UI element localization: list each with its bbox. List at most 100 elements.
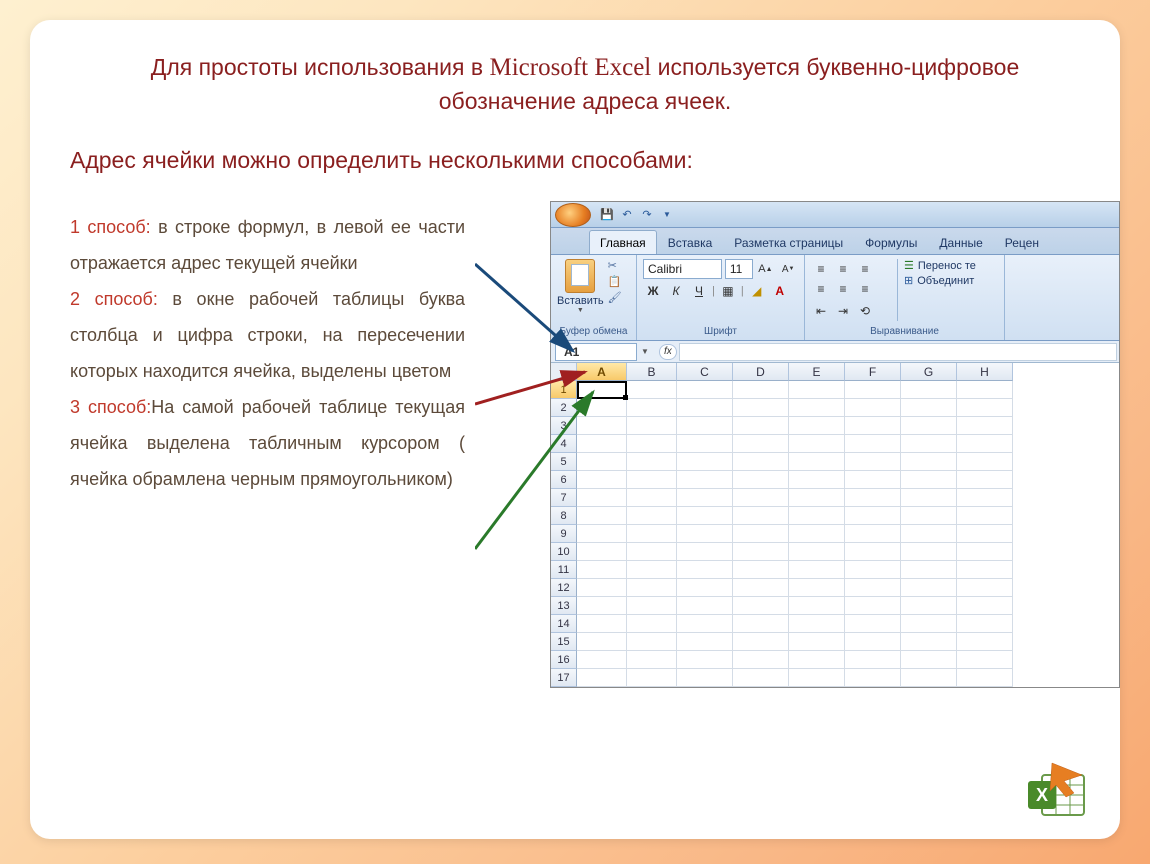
cell[interactable]	[577, 543, 627, 561]
cell[interactable]	[627, 615, 677, 633]
cell[interactable]	[677, 435, 733, 453]
row-header[interactable]: 2	[551, 399, 577, 417]
cell[interactable]	[901, 633, 957, 651]
cell[interactable]	[577, 453, 627, 471]
cell[interactable]	[733, 399, 789, 417]
cell[interactable]	[957, 471, 1013, 489]
cell[interactable]	[901, 453, 957, 471]
cell[interactable]	[957, 633, 1013, 651]
row-header[interactable]: 7	[551, 489, 577, 507]
column-header[interactable]: A	[577, 363, 627, 381]
cell[interactable]	[627, 399, 677, 417]
cell[interactable]	[957, 399, 1013, 417]
cell[interactable]	[627, 543, 677, 561]
align-center-icon[interactable]: ≡	[833, 279, 853, 299]
align-left-icon[interactable]: ≡	[811, 279, 831, 299]
cell[interactable]	[789, 381, 845, 399]
office-button-icon[interactable]	[555, 203, 591, 227]
cell[interactable]	[577, 669, 627, 687]
cell[interactable]	[789, 471, 845, 489]
column-header[interactable]: E	[789, 363, 845, 381]
decrease-font-icon[interactable]: A▼	[778, 259, 798, 279]
row-header[interactable]: 4	[551, 435, 577, 453]
cell[interactable]	[627, 525, 677, 543]
cell[interactable]	[627, 453, 677, 471]
cell[interactable]	[627, 669, 677, 687]
row-header[interactable]: 6	[551, 471, 577, 489]
cell[interactable]	[577, 507, 627, 525]
cell[interactable]	[957, 525, 1013, 543]
cell[interactable]	[845, 471, 901, 489]
cell[interactable]	[789, 435, 845, 453]
cell[interactable]	[577, 525, 627, 543]
cell[interactable]	[577, 435, 627, 453]
italic-icon[interactable]: К	[666, 281, 686, 301]
column-header[interactable]: H	[957, 363, 1013, 381]
cells-area[interactable]	[577, 381, 1013, 687]
cell[interactable]	[789, 579, 845, 597]
fill-color-icon[interactable]: ◢	[747, 281, 767, 301]
cell[interactable]	[677, 453, 733, 471]
cell[interactable]	[901, 489, 957, 507]
cell[interactable]	[677, 561, 733, 579]
cell[interactable]	[627, 633, 677, 651]
formula-input[interactable]	[679, 343, 1117, 361]
cell[interactable]	[577, 417, 627, 435]
increase-indent-icon[interactable]: ⇥	[833, 301, 853, 321]
cell[interactable]	[733, 471, 789, 489]
cell[interactable]	[577, 399, 627, 417]
cell[interactable]	[789, 525, 845, 543]
cell[interactable]	[901, 399, 957, 417]
cell[interactable]	[577, 633, 627, 651]
column-header[interactable]: D	[733, 363, 789, 381]
cell[interactable]	[677, 669, 733, 687]
cell[interactable]	[627, 417, 677, 435]
align-right-icon[interactable]: ≡	[855, 279, 875, 299]
cell[interactable]	[677, 489, 733, 507]
cell[interactable]	[845, 435, 901, 453]
cell[interactable]	[577, 471, 627, 489]
cell[interactable]	[901, 669, 957, 687]
column-header[interactable]: G	[901, 363, 957, 381]
cell[interactable]	[845, 543, 901, 561]
align-middle-icon[interactable]: ≡	[833, 259, 853, 279]
cell[interactable]	[957, 507, 1013, 525]
fx-button[interactable]: fx	[659, 344, 677, 360]
cell[interactable]	[901, 471, 957, 489]
cell[interactable]	[627, 651, 677, 669]
cell[interactable]	[789, 489, 845, 507]
qat-dropdown-icon[interactable]: ▼	[659, 207, 675, 223]
cell[interactable]	[733, 507, 789, 525]
cell[interactable]	[627, 507, 677, 525]
underline-icon[interactable]: Ч	[689, 281, 709, 301]
redo-icon[interactable]: ↷	[639, 207, 655, 223]
cell[interactable]	[789, 543, 845, 561]
cell[interactable]	[957, 597, 1013, 615]
align-top-icon[interactable]: ≡	[811, 259, 831, 279]
cell[interactable]	[845, 417, 901, 435]
wrap-text-button[interactable]: ☰ Перенос те	[904, 259, 976, 272]
increase-font-icon[interactable]: A▲	[756, 259, 776, 279]
cell[interactable]	[577, 561, 627, 579]
row-header[interactable]: 14	[551, 615, 577, 633]
cell[interactable]	[789, 453, 845, 471]
font-color-icon[interactable]: A	[770, 281, 790, 301]
cell[interactable]	[901, 615, 957, 633]
cell[interactable]	[957, 381, 1013, 399]
cell[interactable]	[845, 579, 901, 597]
cell[interactable]	[845, 597, 901, 615]
cell[interactable]	[957, 489, 1013, 507]
cell[interactable]	[677, 417, 733, 435]
paste-label[interactable]: Вставить	[557, 295, 604, 307]
cell[interactable]	[957, 543, 1013, 561]
paste-icon[interactable]	[565, 259, 595, 293]
row-header[interactable]: 13	[551, 597, 577, 615]
cell[interactable]	[677, 651, 733, 669]
format-painter-icon[interactable]: 🖌	[608, 291, 622, 305]
cell[interactable]	[677, 615, 733, 633]
cell[interactable]	[627, 579, 677, 597]
cell[interactable]	[733, 489, 789, 507]
cell[interactable]	[677, 579, 733, 597]
cell[interactable]	[677, 507, 733, 525]
cell[interactable]	[627, 381, 677, 399]
